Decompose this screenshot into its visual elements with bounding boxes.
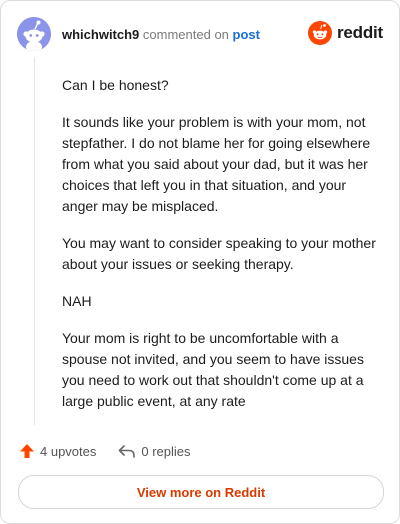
comment-paragraph: It sounds like your problem is with your… [62,114,371,214]
post-link[interactable]: post [233,27,260,42]
comment-paragraph: Can I be honest? [62,77,169,93]
upvote-count: 4 upvotes [40,443,97,459]
avatar[interactable] [17,17,51,51]
comment-action-text: commented on [142,27,229,42]
reply-arrow-icon [119,445,136,458]
replies-button[interactable]: 0 replies [118,443,191,459]
comment-header: whichwitch9 commented on post [62,27,260,43]
upvote-button[interactable]: 4 upvotes [19,443,96,459]
thread-line [34,57,35,425]
reddit-logo-icon [307,21,332,45]
reply-count: 0 replies [141,443,191,459]
reddit-wordmark: reddit [336,23,383,42]
comment-footer: 4 upvotes 0 replies [19,443,191,459]
reddit-brand[interactable]: reddit [307,21,383,45]
comment-body: Can I be honest? It sounds like your pro… [62,75,384,428]
comment-paragraph: Your mom is right to be uncomfortable wi… [62,330,364,409]
comment-paragraph: NAH [62,293,92,309]
comment-paragraph: You may want to consider speaking to you… [62,235,376,272]
upvote-arrow-icon [20,444,34,458]
username[interactable]: whichwitch9 [62,27,139,42]
comment-embed-card: whichwitch9 commented on post reddit Can… [0,0,400,524]
snoo-avatar-icon [17,17,51,51]
view-more-button[interactable]: View more on Reddit [18,475,384,509]
